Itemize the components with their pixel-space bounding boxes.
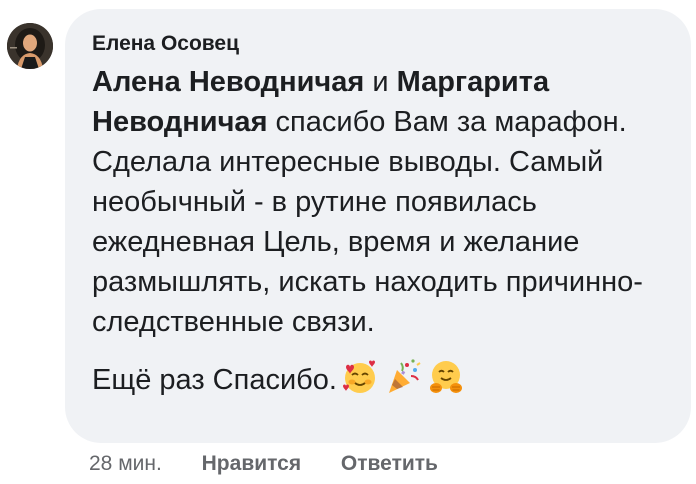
smiling-face-with-hearts-icon	[340, 357, 380, 397]
comment-bubble: Елена Осовец Алена Неводничая и Маргарит…	[65, 9, 691, 443]
comment-footer: 28 мин. Нравится Ответить	[89, 450, 472, 478]
hugging-face-icon	[426, 357, 466, 397]
party-popper-icon	[383, 357, 423, 397]
comment: Елена Осовец Алена Неводничая и Маргарит…	[0, 0, 696, 484]
comment-timestamp[interactable]: 28 мин.	[89, 452, 162, 475]
reply-button[interactable]: Ответить	[341, 452, 438, 475]
comment-text: Алена Неводничая и Маргарита Неводничая …	[92, 62, 668, 342]
comment-author[interactable]: Елена Осовец	[92, 31, 665, 57]
comment-thanks: Ещё раз Спасибо.	[92, 357, 665, 400]
avatar[interactable]	[7, 23, 53, 69]
comment-thanks-text: Ещё раз Спасибо.	[92, 364, 337, 396]
like-button[interactable]: Нравится	[202, 452, 301, 475]
comment-body: спасибо Вам за марафон. Сделала интересн…	[92, 106, 643, 338]
mention-link[interactable]: Алена Неводничая	[92, 66, 364, 98]
comment-conjunction: и	[364, 66, 397, 98]
